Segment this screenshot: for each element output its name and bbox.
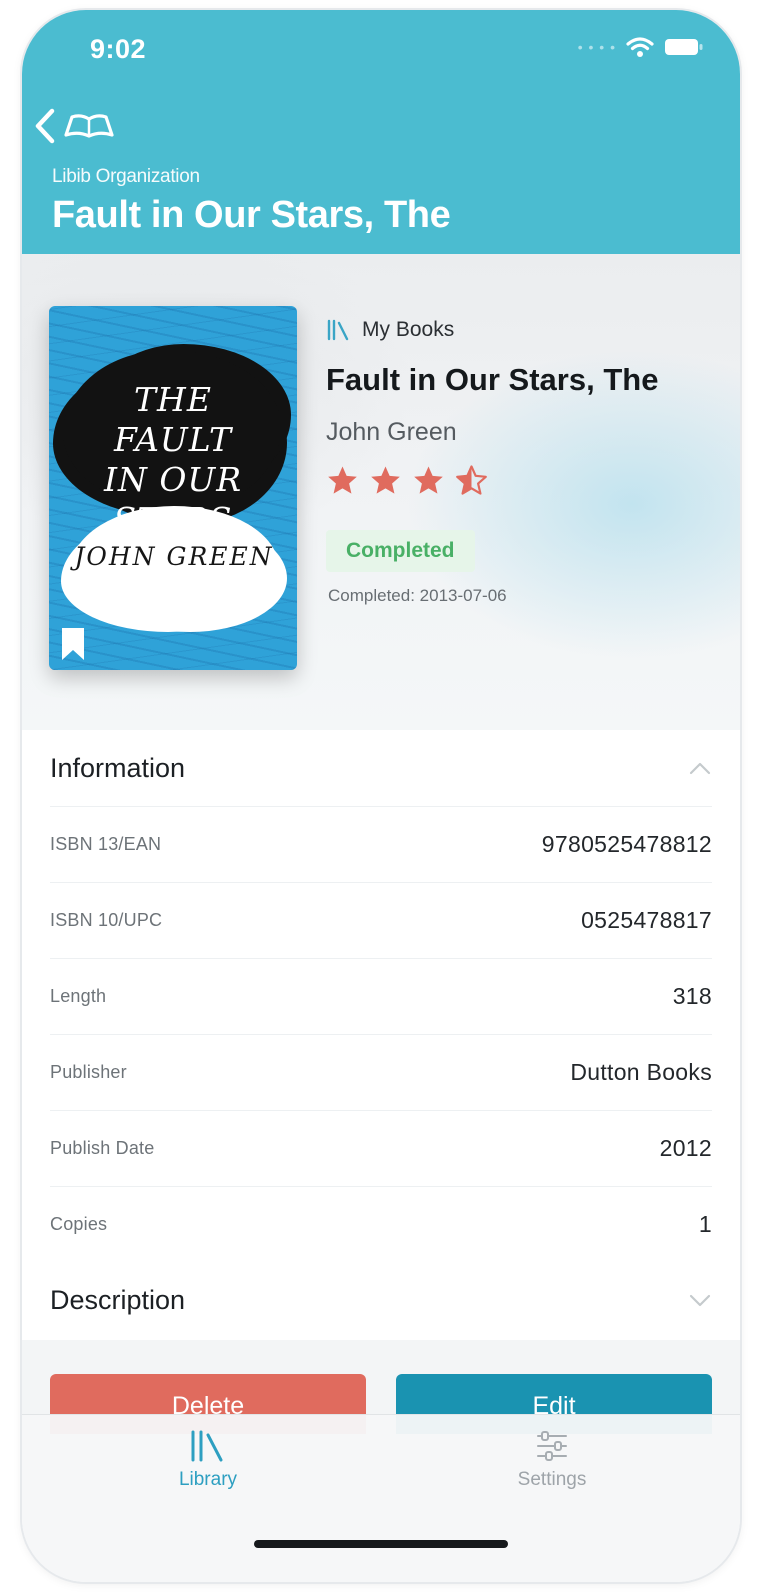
- status-time: 9:02: [90, 34, 147, 64]
- info-row-isbn10: ISBN 10/UPC 0525478817: [50, 882, 712, 958]
- info-row-isbn13: ISBN 13/EAN 9780525478812: [50, 806, 712, 882]
- page-title: Fault in Our Stars, The: [52, 194, 451, 236]
- organization-label: Libib Organization: [52, 166, 200, 187]
- info-row-publish-date: Publish Date 2012: [50, 1110, 712, 1186]
- wifi-icon: [626, 37, 654, 57]
- home-indicator[interactable]: [254, 1540, 508, 1548]
- info-row-value: 1: [698, 1211, 712, 1237]
- library-icon: [191, 1430, 223, 1462]
- book-hero: THE FAULT IN OUR STARS JOHN GREEN My Boo…: [22, 254, 740, 730]
- information-section-header[interactable]: Information: [22, 730, 740, 806]
- description-title: Description: [50, 1284, 186, 1315]
- info-row-value: 318: [672, 983, 712, 1009]
- book-title: Fault in Our Stars, The: [326, 362, 659, 397]
- completed-date: Completed: 2013-07-06: [328, 586, 507, 605]
- info-row-label: ISBN 13/EAN: [50, 834, 162, 854]
- star-full-icon: [414, 466, 443, 494]
- book-cover[interactable]: THE FAULT IN OUR STARS JOHN GREEN: [49, 306, 297, 670]
- chevron-down-icon: [689, 1294, 711, 1307]
- battery-icon: [665, 39, 703, 55]
- cover-author: JOHN GREEN: [74, 542, 274, 571]
- chevron-left-icon: [35, 108, 55, 144]
- tab-settings-label: Settings: [517, 1469, 587, 1490]
- bookmark-icon: [62, 628, 84, 660]
- star-half-icon: [456, 465, 487, 495]
- tab-library[interactable]: Library: [108, 1429, 308, 1509]
- info-row-copies: Copies 1: [50, 1186, 712, 1262]
- chevron-up-icon: [689, 762, 711, 775]
- info-row-value: Dutton Books: [570, 1059, 712, 1085]
- status-badge: Completed: [326, 530, 475, 572]
- star-rating[interactable]: [326, 464, 488, 497]
- info-row-label: ISBN 10/UPC: [50, 910, 163, 930]
- tab-bar: Library Settings: [22, 1414, 740, 1582]
- info-row-label: Publish Date: [50, 1138, 155, 1158]
- sliders-icon: [537, 1431, 567, 1461]
- info-row-publisher: Publisher Dutton Books: [50, 1034, 712, 1110]
- signal-icon: • • • •: [577, 39, 616, 55]
- tab-library-label: Library: [178, 1469, 238, 1490]
- library-icon: [327, 319, 349, 341]
- navigation-header: 9:02 • • • • Libib Organization Fault in…: [22, 10, 740, 254]
- book-author: John Green: [326, 418, 457, 446]
- info-row-length: Length 318: [50, 958, 712, 1034]
- star-full-icon: [371, 466, 400, 494]
- phone-screen: 9:02 • • • • Libib Organization Fault in…: [22, 10, 740, 1582]
- information-title: Information: [50, 752, 186, 783]
- description-section-header[interactable]: Description: [22, 1262, 740, 1338]
- star-full-icon: [328, 466, 357, 494]
- info-row-value: 9780525478812: [541, 831, 712, 857]
- info-row-label: Length: [50, 986, 107, 1006]
- back-button[interactable]: [32, 102, 132, 150]
- info-row-value: 2012: [659, 1135, 712, 1161]
- collection-link[interactable]: My Books: [326, 318, 454, 342]
- status-icons: • • • •: [578, 36, 704, 58]
- tab-settings[interactable]: Settings: [452, 1429, 652, 1509]
- open-book-icon: [64, 114, 114, 138]
- info-row-label: Copies: [50, 1214, 108, 1234]
- info-row-label: Publisher: [50, 1062, 127, 1082]
- cover-title-line1: THE FAULT: [114, 380, 232, 459]
- info-row-value: 0525478817: [581, 907, 712, 933]
- collection-label: My Books: [362, 318, 455, 341]
